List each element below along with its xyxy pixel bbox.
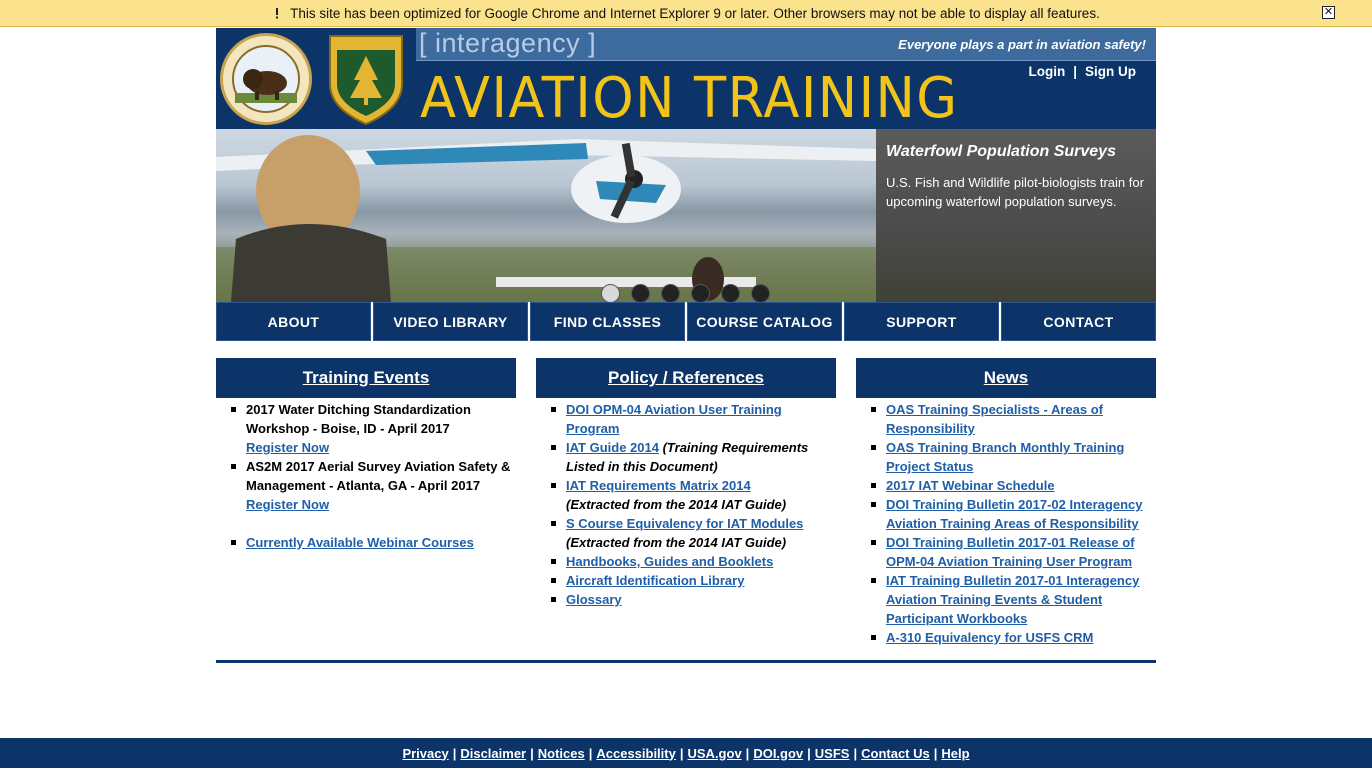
site-header: [ interagency ] Everyone plays a part in…: [216, 28, 1156, 129]
hero-caption: Waterfowl Population Surveys U.S. Fish a…: [876, 129, 1156, 302]
list-item: S Course Equivalency for IAT Modules (Ext…: [551, 514, 836, 552]
register-now-link[interactable]: Register Now: [246, 497, 329, 512]
slide-dot[interactable]: [631, 284, 650, 302]
training-events-title[interactable]: Training Events: [303, 368, 430, 388]
training-events-header: Training Events: [216, 358, 516, 398]
policy-note: (Extracted from the 2014 IAT Guide): [566, 535, 787, 550]
list-item: OAS Training Specialists - Areas of Resp…: [871, 400, 1156, 438]
footer-link-accessibility[interactable]: Accessibility: [596, 746, 676, 761]
footer-link-disclaimer[interactable]: Disclaimer: [460, 746, 526, 761]
event-description: AS2M 2017 Aerial Survey Aviation Safety …: [246, 459, 511, 493]
news-header: News: [856, 358, 1156, 398]
policy-link[interactable]: IAT Guide 2014: [566, 440, 659, 455]
signup-link[interactable]: Sign Up: [1085, 64, 1136, 79]
list-item: AS2M 2017 Aerial Survey Aviation Safety …: [231, 457, 516, 533]
list-item: 2017 Water Ditching Standardization Work…: [231, 400, 516, 457]
nav-course-catalog[interactable]: COURSE CATALOG: [687, 302, 842, 341]
warning-icon: [272, 6, 283, 20]
policy-link[interactable]: IAT Requirements Matrix 2014: [566, 478, 751, 493]
training-events-list: 2017 Water Ditching Standardization Work…: [216, 400, 516, 552]
news-link[interactable]: OAS Training Branch Monthly Training Pro…: [886, 440, 1124, 474]
footer-link-contact-us[interactable]: Contact Us: [861, 746, 930, 761]
content-divider: [216, 660, 1156, 663]
auth-separator: |: [1073, 64, 1077, 79]
hero-photo: [216, 129, 876, 302]
list-item: Handbooks, Guides and Booklets: [551, 552, 836, 571]
footer-link-usa-gov[interactable]: USA.gov: [688, 746, 742, 761]
footer-link-usfs[interactable]: USFS: [815, 746, 850, 761]
policy-link[interactable]: Glossary: [566, 592, 622, 607]
slide-indicators: [601, 284, 770, 302]
footer: Privacy | Disclaimer | Notices | Accessibil…: [0, 738, 1372, 768]
news-link[interactable]: 2017 IAT Webinar Schedule: [886, 478, 1055, 493]
interagency-label: [ interagency ]: [419, 28, 597, 58]
auth-links: Login | Sign Up: [1028, 64, 1136, 79]
usfs-shield-logo: [324, 32, 408, 126]
policy-link[interactable]: DOI OPM-04 Aviation User Training Progra…: [566, 402, 782, 436]
nav-video-library[interactable]: VIDEO LIBRARY: [373, 302, 528, 341]
policy-link[interactable]: Handbooks, Guides and Booklets: [566, 554, 773, 569]
list-item: Glossary: [551, 590, 836, 609]
close-icon[interactable]: ✕: [1322, 6, 1335, 19]
list-item: DOI OPM-04 Aviation User Training Progra…: [551, 400, 836, 438]
policy-note: (Extracted from the 2014 IAT Guide): [566, 497, 787, 512]
nav-contact[interactable]: CONTACT: [1001, 302, 1156, 341]
list-item: Currently Available Webinar Courses: [231, 533, 516, 552]
list-item: OAS Training Branch Monthly Training Pro…: [871, 438, 1156, 476]
list-item: DOI Training Bulletin 2017-02 Interagenc…: [871, 495, 1156, 533]
event-description: 2017 Water Ditching Standardization Work…: [246, 402, 471, 436]
browser-notice-text: This site has been optimized for Google …: [290, 5, 1100, 21]
slide-dot[interactable]: [721, 284, 740, 302]
login-link[interactable]: Login: [1028, 64, 1065, 79]
list-item: Aircraft Identification Library: [551, 571, 836, 590]
slide-dot[interactable]: [751, 284, 770, 302]
news-link[interactable]: A-310 Equivalency for USFS CRM: [886, 630, 1093, 645]
news-link[interactable]: IAT Training Bulletin 2017-01 Interagenc…: [886, 573, 1139, 626]
list-item: DOI Training Bulletin 2017-01 Release of…: [871, 533, 1156, 571]
hero-caption-title: Waterfowl Population Surveys: [886, 143, 1116, 160]
nav-about[interactable]: ABOUT: [216, 302, 371, 341]
doi-seal-logo: [220, 33, 312, 125]
list-item: 2017 IAT Webinar Schedule: [871, 476, 1156, 495]
news-link[interactable]: OAS Training Specialists - Areas of Resp…: [886, 402, 1103, 436]
site-title: AVIATION TRAINING: [420, 66, 959, 129]
news-list: OAS Training Specialists - Areas of Resp…: [856, 400, 1156, 647]
list-item: IAT Training Bulletin 2017-01 Interagenc…: [871, 571, 1156, 628]
hero-slideshow: Waterfowl Population Surveys U.S. Fish a…: [216, 129, 1156, 302]
news-link[interactable]: DOI Training Bulletin 2017-01 Release of…: [886, 535, 1135, 569]
policy-references-list: DOI OPM-04 Aviation User Training Progra…: [536, 400, 836, 609]
nav-support[interactable]: SUPPORT: [844, 302, 999, 341]
hero-caption-text: U.S. Fish and Wildlife pilot-biologists …: [886, 175, 1144, 209]
list-item: A-310 Equivalency for USFS CRM: [871, 628, 1156, 647]
news-panel: News OAS Training Specialists - Areas of…: [856, 358, 1156, 647]
slide-dot[interactable]: [691, 284, 710, 302]
footer-link-help[interactable]: Help: [941, 746, 969, 761]
webinar-courses-link[interactable]: Currently Available Webinar Courses: [246, 535, 474, 550]
list-item: IAT Guide 2014 (Training Requirements Li…: [551, 438, 836, 476]
browser-notice-bar: This site has been optimized for Google …: [0, 0, 1372, 27]
main-nav: ABOUT VIDEO LIBRARY FIND CLASSES COURSE …: [216, 302, 1156, 341]
news-title[interactable]: News: [984, 368, 1028, 388]
news-link[interactable]: DOI Training Bulletin 2017-02 Interagenc…: [886, 497, 1142, 531]
policy-references-header: Policy / References: [536, 358, 836, 398]
footer-link-privacy[interactable]: Privacy: [402, 746, 448, 761]
register-now-link[interactable]: Register Now: [246, 440, 329, 455]
list-item: IAT Requirements Matrix 2014 (Extracted f…: [551, 476, 836, 514]
policy-references-panel: Policy / References DOI OPM-04 Aviation …: [536, 358, 836, 609]
slide-dot[interactable]: [661, 284, 680, 302]
nav-find-classes[interactable]: FIND CLASSES: [530, 302, 685, 341]
slide-dot[interactable]: [601, 284, 620, 302]
policy-link[interactable]: Aircraft Identification Library: [566, 573, 744, 588]
training-events-panel: Training Events 2017 Water Ditching Stan…: [216, 358, 516, 552]
footer-link-doi-gov[interactable]: DOI.gov: [753, 746, 803, 761]
footer-link-notices[interactable]: Notices: [538, 746, 585, 761]
tagline: Everyone plays a part in aviation safety…: [898, 37, 1146, 52]
policy-link[interactable]: S Course Equivalency for IAT Modules: [566, 516, 803, 531]
policy-references-title[interactable]: Policy / References: [608, 368, 764, 388]
